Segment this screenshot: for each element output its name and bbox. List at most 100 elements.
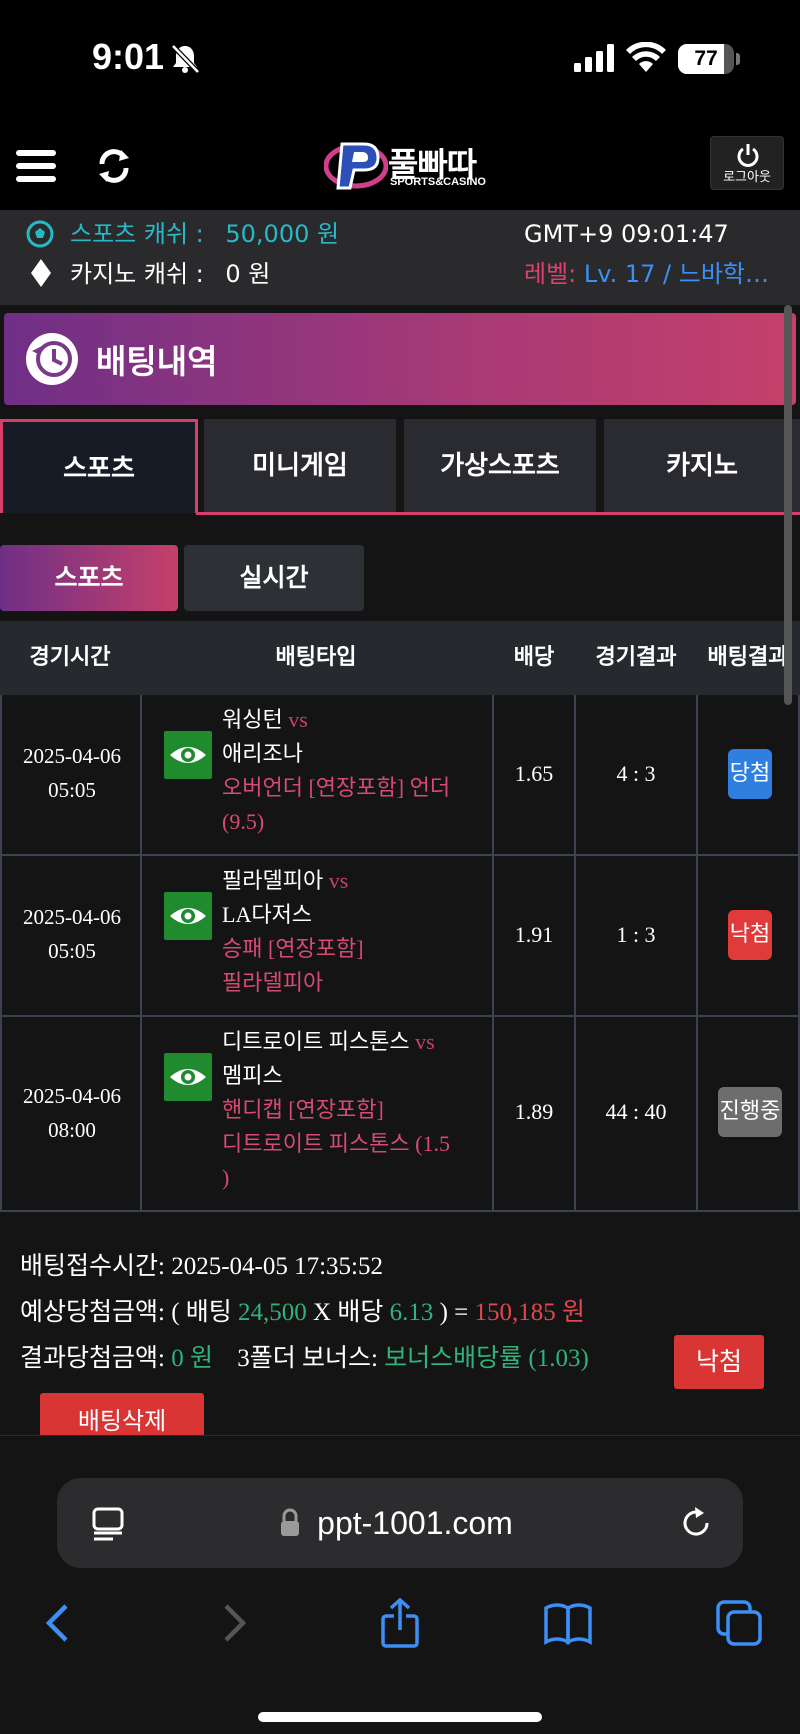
site-logo[interactable]: 풀빠따 SPORTS&CASINO <box>324 134 504 196</box>
row-time: 05:05 <box>48 939 96 963</box>
level-value: Lv. 17 / 느바학… <box>583 260 769 288</box>
eye-icon[interactable] <box>164 1053 212 1101</box>
col-bet-type: 배팅타입 <box>275 645 357 670</box>
equals-label: ) = <box>439 1299 469 1326</box>
row-odds: 1.89 <box>514 1099 554 1124</box>
vs-label: vs <box>328 868 349 893</box>
page-title: 배팅내역 <box>96 342 218 381</box>
away-team: 애리조나 <box>222 741 303 766</box>
subtab-sports[interactable]: 스포츠 <box>0 545 178 611</box>
tab-sports[interactable]: 스포츠 <box>0 419 198 513</box>
home-team: 필라델피아 <box>222 868 324 893</box>
col-game-result: 경기결과 <box>595 645 677 670</box>
home-team: 디트로이트 피스톤스 <box>222 1029 410 1054</box>
sports-cash-label: 스포츠 캐쉬 : <box>70 220 204 248</box>
logout-button[interactable]: 로그아웃 <box>710 136 784 190</box>
level-label: 레벨: <box>524 260 577 288</box>
home-indicator <box>258 1712 542 1722</box>
status-bar: 9:01 77 <box>0 0 800 120</box>
bet-type-line3: ) <box>222 1165 230 1190</box>
cell-score: 44 : 40 <box>576 1017 698 1210</box>
soccer-ball-icon <box>26 220 54 248</box>
battery-tip <box>736 53 740 65</box>
casino-cash-label: 카지노 캐쉬 : <box>70 260 204 288</box>
row-date: 2025-04-06 <box>23 1084 121 1108</box>
result-badge-progress: 진행중 <box>718 1087 782 1137</box>
cell-bet-type: 디트로이트 피스톤스 vs 멤피스 핸디캡 [연장포함] 디트로이트 피스톤스 … <box>142 1017 494 1210</box>
category-tabs: 스포츠 미니게임 가상스포츠 카지노 <box>0 419 800 515</box>
bell-muted-icon <box>171 44 200 74</box>
diamond-icon <box>31 259 51 287</box>
delete-bet-button[interactable]: 배팅삭제 <box>40 1393 204 1435</box>
vs-label: vs <box>288 707 308 732</box>
account-info-bar: 스포츠 캐쉬 : 50,000 원 카지노 캐쉬 : 0 원 GMT+9 09:… <box>0 210 800 305</box>
row-time: 08:00 <box>48 1118 96 1142</box>
eye-icon[interactable] <box>164 892 212 940</box>
back-icon[interactable] <box>34 1598 84 1648</box>
away-team: 멤피스 <box>222 1063 283 1088</box>
bet-type-line2: (9.5) <box>222 809 265 834</box>
bet-type-line1: 핸디캡 [연장포함] <box>222 1097 384 1122</box>
received-value: 2025-04-05 17:35:52 <box>171 1253 383 1280</box>
result-badge-lose: 낙첨 <box>728 910 772 960</box>
bonus-label: 3폴더 보너스: <box>237 1345 378 1372</box>
page-scrollbar[interactable] <box>784 305 792 705</box>
tab-minigame[interactable]: 미니게임 <box>204 419 396 513</box>
tabs-underline <box>196 512 800 515</box>
cell-result: 진행중 <box>698 1017 800 1210</box>
wifi-icon <box>626 42 666 72</box>
expected-win: 150,185 원 <box>474 1299 586 1326</box>
signal-icon <box>574 44 614 72</box>
bet-type-line1: 승패 [연장포함] <box>222 936 364 961</box>
bookmarks-icon[interactable] <box>543 1598 593 1648</box>
x-odds-label: X 배당 <box>313 1299 384 1326</box>
menu-icon[interactable] <box>16 150 56 182</box>
row-score: 1 : 3 <box>616 922 656 947</box>
main-content: 배팅내역 스포츠 미니게임 가상스포츠 카지노 스포츠 실시간 경기시간 배팅타… <box>0 305 800 1435</box>
bet-amount: 24,500 <box>238 1299 307 1326</box>
address-bar[interactable]: ppt-1001.com <box>57 1478 743 1568</box>
bonus-value: 보너스배당률 (1.03) <box>384 1345 589 1372</box>
tab-virtual-sports[interactable]: 가상스포츠 <box>404 419 596 513</box>
bet-type-line2: 필라델피아 <box>222 970 324 995</box>
logo-subtext: SPORTS&CASINO <box>390 176 486 188</box>
cell-result: 당첨 <box>698 695 800 854</box>
site-header: 풀빠따 SPORTS&CASINO 로그아웃 <box>0 120 800 210</box>
cell-bet-type: 워싱턴 vs 애리조나 오버언더 [연장포함] 언더 (9.5) <box>142 695 494 854</box>
row-time: 05:05 <box>48 778 96 802</box>
reload-icon[interactable] <box>677 1504 715 1542</box>
row-date: 2025-04-06 <box>23 744 121 768</box>
table-row: 2025-04-06 05:05 필라델피아 vs LA다저스 승패 [연장포함… <box>0 856 800 1017</box>
subtab-live[interactable]: 실시간 <box>184 545 364 611</box>
total-odds: 6.13 <box>389 1299 434 1326</box>
tab-casino[interactable]: 카지노 <box>604 419 800 513</box>
share-icon[interactable] <box>375 1598 425 1648</box>
tabs-icon[interactable] <box>714 1598 764 1648</box>
cell-odds: 1.89 <box>494 1017 576 1210</box>
browser-toolbar: ppt-1001.com <box>0 1435 800 1734</box>
table-header: 경기시간 배팅타입 배당 경기결과 배팅결과 <box>0 621 800 695</box>
row-odds: 1.65 <box>514 761 554 786</box>
cell-time: 2025-04-06 05:05 <box>0 856 142 1015</box>
status-time: 9:01 <box>92 36 165 77</box>
row-odds: 1.91 <box>514 922 554 947</box>
cell-result: 낙첨 <box>698 856 800 1015</box>
cell-bet-type: 필라델피아 vs LA다저스 승패 [연장포함] 필라델피아 <box>142 856 494 1015</box>
cell-time: 2025-04-06 05:05 <box>0 695 142 854</box>
page-banner: 배팅내역 <box>4 313 796 405</box>
forward-icon[interactable] <box>208 1598 258 1648</box>
url-text: ppt-1001.com <box>317 1505 513 1541</box>
away-team: LA다저스 <box>222 902 313 927</box>
eye-icon[interactable] <box>164 731 212 779</box>
col-odds: 배당 <box>513 645 555 670</box>
refresh-icon[interactable] <box>94 144 134 188</box>
table-row: 2025-04-06 08:00 디트로이트 피스톤스 vs 멤피스 핸디캡 [… <box>0 1017 800 1212</box>
row-score: 4 : 3 <box>616 761 656 786</box>
status-lose-button[interactable]: 낙첨 <box>674 1335 764 1389</box>
server-clock: GMT+9 09:01:47 <box>524 220 729 248</box>
vs-label: vs <box>415 1029 435 1054</box>
cell-time: 2025-04-06 08:00 <box>0 1017 142 1210</box>
sub-tabs: 스포츠 실시간 <box>0 545 800 611</box>
result-badge-win: 당첨 <box>728 749 772 799</box>
history-icon <box>26 333 78 385</box>
